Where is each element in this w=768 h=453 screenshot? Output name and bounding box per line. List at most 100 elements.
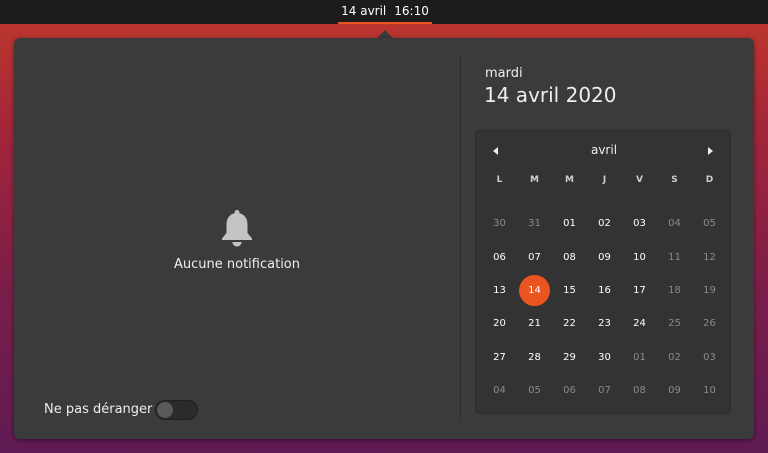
calendar-day[interactable]: 27 [482, 341, 517, 374]
weekday-header: D [705, 175, 714, 185]
pane-divider [460, 56, 461, 422]
calendar-day[interactable]: 03 [622, 207, 657, 240]
calendar-day-label: 19 [703, 284, 716, 296]
calendar-day-label: 11 [668, 251, 681, 263]
calendar-day[interactable]: 11 [657, 240, 692, 273]
calendar-day-label: 02 [668, 351, 681, 363]
calendar-day-label: 08 [563, 251, 576, 263]
calendar-day[interactable]: 21 [517, 307, 552, 340]
calendar-day-label: 07 [598, 385, 611, 397]
calendar-day[interactable]: 04 [657, 207, 692, 240]
weekday-header: L [496, 175, 503, 185]
calendar-day[interactable]: 09 [587, 240, 622, 273]
calendar-day-label: 30 [493, 218, 506, 230]
calendar-day[interactable]: 01 [552, 207, 587, 240]
calendar-day[interactable]: 25 [657, 307, 692, 340]
calendar-day-label: 01 [563, 218, 576, 230]
calendar-day[interactable]: 29 [552, 341, 587, 374]
calendar-day[interactable]: 06 [482, 240, 517, 273]
calendar-day[interactable]: 15 [552, 274, 587, 307]
toggle-knob [157, 402, 173, 418]
clock-button[interactable]: 14 avril 16:10 [338, 0, 432, 24]
calendar-day-label: 26 [703, 318, 716, 330]
calendar-day-label: 27 [493, 351, 506, 363]
calendar-day-label: 23 [598, 318, 611, 330]
date-menu-popover: Aucune notification Ne pas déranger mard… [14, 38, 754, 439]
calendar-day[interactable]: 10 [622, 240, 657, 273]
calendar-widget: avril L M M J V S D 30 31 01 02 03 04 05 06 07 08… [475, 130, 731, 414]
calendar-day[interactable]: 22 [552, 307, 587, 340]
calendar-day-label: 21 [528, 318, 541, 330]
calendar-day-label: 04 [493, 385, 506, 397]
calendar-day-today[interactable]: 14 [517, 274, 552, 307]
calendar-day[interactable]: 12 [692, 240, 727, 273]
calendar-day[interactable]: 09 [657, 374, 692, 407]
calendar-day-label: 31 [528, 218, 541, 230]
calendar-day-label: 04 [668, 218, 681, 230]
current-weekday: mardi [485, 66, 523, 81]
calendar-day-label: 06 [493, 251, 506, 263]
calendar-day-label: 07 [528, 251, 541, 263]
calendar-day-label: 25 [668, 318, 681, 330]
calendar-day[interactable]: 08 [622, 374, 657, 407]
calendar-day[interactable]: 03 [692, 341, 727, 374]
calendar-day[interactable]: 18 [657, 274, 692, 307]
calendar-day[interactable]: 05 [517, 374, 552, 407]
calendar-day[interactable]: 02 [657, 341, 692, 374]
calendar-day-label: 20 [493, 318, 506, 330]
calendar-day-label: 03 [703, 351, 716, 363]
calendar-day-label: 12 [703, 251, 716, 263]
calendar-day[interactable]: 10 [692, 374, 727, 407]
calendar-day-label: 16 [598, 284, 611, 296]
chevron-right-icon[interactable] [703, 144, 717, 158]
calendar-day[interactable]: 31 [517, 207, 552, 240]
calendar-day[interactable]: 17 [622, 274, 657, 307]
calendar-day-label: 13 [493, 284, 506, 296]
calendar-day-label: 14 [519, 274, 550, 306]
calendar-day-label: 22 [563, 318, 576, 330]
calendar-day[interactable]: 30 [482, 207, 517, 240]
weekday-header: J [602, 175, 607, 185]
calendar-day[interactable]: 19 [692, 274, 727, 307]
calendar-day[interactable]: 23 [587, 307, 622, 340]
calendar-day[interactable]: 13 [482, 274, 517, 307]
calendar-day-label: 10 [703, 385, 716, 397]
calendar-day-label: 06 [563, 385, 576, 397]
calendar-day[interactable]: 20 [482, 307, 517, 340]
clock-time: 16:10 [394, 4, 429, 18]
calendar-day-label: 28 [528, 351, 541, 363]
calendar-day[interactable]: 08 [552, 240, 587, 273]
calendar-day[interactable]: 02 [587, 207, 622, 240]
calendar-day[interactable]: 28 [517, 341, 552, 374]
calendar-day[interactable]: 01 [622, 341, 657, 374]
calendar-day[interactable]: 07 [587, 374, 622, 407]
bell-icon [222, 210, 252, 247]
calendar-day[interactable]: 26 [692, 307, 727, 340]
calendar-day-label: 01 [633, 351, 646, 363]
notification-pane: Aucune notification Ne pas déranger [14, 38, 460, 439]
calendar-day-label: 02 [598, 218, 611, 230]
calendar-day-label: 24 [633, 318, 646, 330]
clock-date: 14 avril [341, 4, 387, 18]
do-not-disturb-toggle[interactable] [155, 400, 198, 420]
empty-notifications-label: Aucune notification [174, 257, 300, 272]
calendar-day-label: 29 [563, 351, 576, 363]
calendar-day[interactable]: 04 [482, 374, 517, 407]
calendar-day[interactable]: 24 [622, 307, 657, 340]
weekday-header: S [671, 175, 678, 185]
calendar-day-label: 17 [633, 284, 646, 296]
calendar-day[interactable]: 07 [517, 240, 552, 273]
weekday-header: V [636, 175, 643, 185]
calendar-day[interactable]: 16 [587, 274, 622, 307]
calendar-day[interactable]: 06 [552, 374, 587, 407]
current-date[interactable]: 14 avril 2020 [484, 83, 617, 107]
calendar-day-label: 09 [668, 385, 681, 397]
calendar-day-label: 18 [668, 284, 681, 296]
weekday-headers: L M M J V S D [482, 175, 727, 185]
calendar-day[interactable]: 30 [587, 341, 622, 374]
calendar-day-label: 05 [703, 218, 716, 230]
calendar-day-label: 09 [598, 251, 611, 263]
calendar-day[interactable]: 05 [692, 207, 727, 240]
calendar-month: avril [590, 143, 618, 157]
calendar-day-label: 15 [563, 284, 576, 296]
